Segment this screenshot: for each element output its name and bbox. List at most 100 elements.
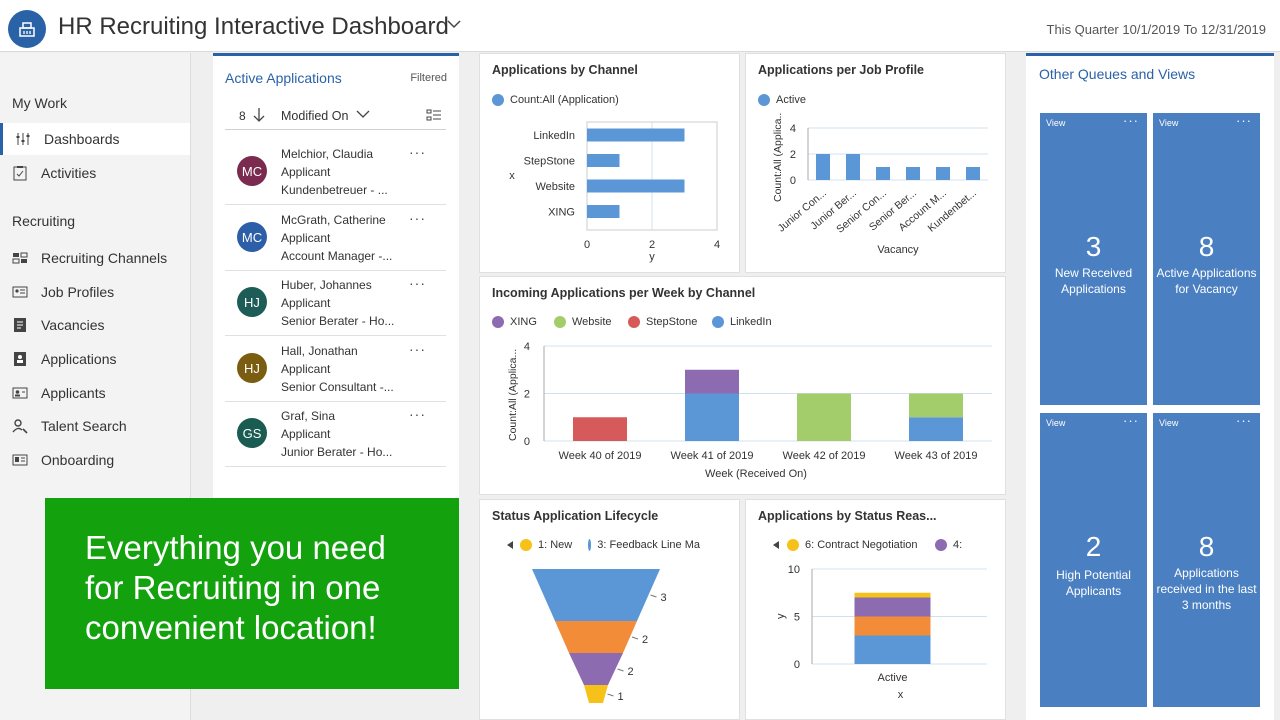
sidebar-item-label: Recruiting Channels — [41, 250, 168, 266]
sidebar-item-applicants[interactable]: Applicants — [0, 377, 190, 409]
legend-item[interactable]: 3: Feedback Line Ma — [588, 539, 700, 551]
applicant-name[interactable]: Hall, Jonathan — [281, 344, 358, 358]
promo-line: convenient location! — [85, 609, 377, 646]
legend-prev-icon[interactable] — [505, 540, 515, 550]
axis-label: Vacancy — [877, 244, 919, 256]
applicant-job: Junior Berater - Ho... — [281, 445, 393, 459]
legend-item[interactable]: 6: Contract Negotiation — [787, 539, 918, 551]
queue-tile[interactable]: View ··· 2 High Potential Applicants — [1040, 413, 1147, 707]
tick-label: Active — [878, 672, 908, 684]
legend-item[interactable]: StepStone — [628, 316, 697, 328]
talent-search-icon — [12, 419, 28, 434]
applicant-role: Applicant — [281, 231, 331, 245]
legend-item[interactable]: XING — [492, 316, 537, 328]
bar-segment — [854, 592, 931, 598]
data-label: 1 — [618, 691, 624, 703]
tick-label: Week 40 of 2019 — [559, 450, 642, 462]
sidebar-item-vacancies[interactable]: Vacancies — [0, 309, 190, 341]
legend-label: LinkedIn — [730, 316, 772, 328]
chevron-down-icon[interactable] — [356, 108, 370, 120]
legend-item[interactable]: Website — [554, 316, 612, 328]
legend-swatch — [588, 539, 592, 551]
funnel-segment — [555, 621, 637, 653]
queues-title: Other Queues and Views — [1039, 66, 1196, 82]
active-applications-title[interactable]: Active Applications — [225, 70, 342, 86]
tick-label: 10 — [788, 564, 800, 576]
date-range-filter[interactable]: This Quarter 10/1/2019 To 12/31/2019 — [1047, 22, 1266, 37]
queue-tile[interactable]: View ··· 8 Active Applications for Vacanc… — [1153, 113, 1260, 405]
leader-line — [607, 693, 614, 697]
view-label[interactable]: View — [1159, 418, 1178, 428]
divider — [225, 129, 446, 130]
application-record[interactable]: GS Graf, Sina Applicant Junior Berater -… — [225, 402, 446, 467]
activities-icon — [13, 166, 27, 181]
tick-label: 5 — [794, 612, 800, 624]
legend-item[interactable]: 4: — [935, 539, 962, 551]
sidebar-item-dashboards[interactable]: Dashboards — [0, 123, 190, 155]
sidebar-item-talent-search[interactable]: Talent Search — [0, 410, 190, 442]
application-record[interactable]: MC Melchior, Claudia Applicant Kundenbet… — [225, 140, 446, 205]
bar — [816, 154, 830, 180]
sort-arrow-down-icon[interactable] — [253, 107, 265, 123]
applicant-job: Kundenbetreuer - ... — [281, 183, 388, 197]
more-options-icon[interactable]: ··· — [409, 210, 426, 226]
sidebar-item-activities[interactable]: Activities — [0, 157, 190, 189]
promo-banner: Everything you need for Recruiting in on… — [45, 498, 459, 689]
app-icon[interactable] — [8, 10, 46, 48]
record-count: 8 — [239, 109, 246, 123]
view-label[interactable]: View — [1046, 118, 1065, 128]
more-options-icon[interactable]: ··· — [409, 275, 426, 291]
onboarding-icon — [12, 454, 28, 466]
applicant-name[interactable]: Graf, Sina — [281, 409, 335, 423]
legend-item[interactable]: Count:All (Application) — [492, 94, 619, 106]
view-options-icon[interactable] — [426, 109, 442, 123]
avatar: HJ — [237, 353, 267, 383]
sort-field-label[interactable]: Modified On — [281, 109, 348, 123]
applicant-name[interactable]: Melchior, Claudia — [281, 147, 373, 161]
vacancy-icon — [14, 318, 26, 332]
more-options-icon[interactable]: ··· — [409, 406, 426, 422]
sidebar-item-recruiting-channels[interactable]: Recruiting Channels — [0, 242, 190, 274]
bar-segment — [909, 417, 963, 441]
application-record[interactable]: HJ Hall, Jonathan Applicant Senior Consu… — [225, 337, 446, 402]
applicant-role: Applicant — [281, 362, 331, 376]
legend-item[interactable]: Active — [758, 94, 806, 106]
view-label[interactable]: View — [1159, 118, 1178, 128]
applicant-icon — [12, 387, 28, 399]
application-record[interactable]: HJ Huber, Johannes Applicant Senior Bera… — [225, 271, 446, 336]
more-options-icon[interactable]: ··· — [1123, 413, 1139, 428]
more-options-icon[interactable]: ··· — [1236, 413, 1252, 428]
applicant-name[interactable]: McGrath, Catherine — [281, 213, 386, 227]
queue-label: Applications received in the last 3 months — [1153, 565, 1260, 613]
queue-label-line: 3 months — [1181, 598, 1232, 612]
application-record[interactable]: MC McGrath, Catherine Applicant Account … — [225, 206, 446, 271]
more-options-icon[interactable]: ··· — [1236, 113, 1252, 128]
queue-label-line: New Received — [1054, 266, 1133, 280]
view-label[interactable]: View — [1046, 418, 1065, 428]
queue-tile[interactable]: View ··· 8 Applications received in the l… — [1153, 413, 1260, 707]
sidebar-item-applications[interactable]: Applications — [0, 343, 190, 375]
sidebar-item-job-profiles[interactable]: Job Profiles — [0, 276, 190, 308]
chart-title: Applications by Status Reas... — [758, 509, 937, 523]
legend-swatch — [492, 94, 504, 106]
legend-prev-icon[interactable] — [771, 540, 781, 550]
applicant-name[interactable]: Huber, Johannes — [281, 278, 372, 292]
more-options-icon[interactable]: ··· — [409, 341, 426, 357]
bar-segment — [854, 597, 931, 617]
queue-count: 8 — [1198, 531, 1215, 562]
more-options-icon[interactable]: ··· — [1123, 113, 1139, 128]
queue-tile[interactable]: View ··· 3 New Received Applications — [1040, 113, 1147, 405]
tick-label: Website — [535, 181, 575, 193]
bar — [876, 167, 890, 180]
legend-item[interactable]: 1: New — [520, 539, 572, 551]
bar-segment — [797, 393, 851, 441]
legend-item[interactable]: LinkedIn — [712, 316, 772, 328]
chevron-down-icon[interactable] — [446, 16, 462, 37]
chart-title: Status Application Lifecycle — [492, 509, 659, 523]
applicant-role: Applicant — [281, 427, 331, 441]
sidebar-item-onboarding[interactable]: Onboarding — [0, 444, 190, 476]
applicant-job: Senior Berater - Ho... — [281, 314, 395, 328]
queue-label: Active Applications for Vacancy — [1153, 265, 1260, 297]
tick-label: 0 — [794, 659, 800, 671]
more-options-icon[interactable]: ··· — [409, 144, 426, 160]
